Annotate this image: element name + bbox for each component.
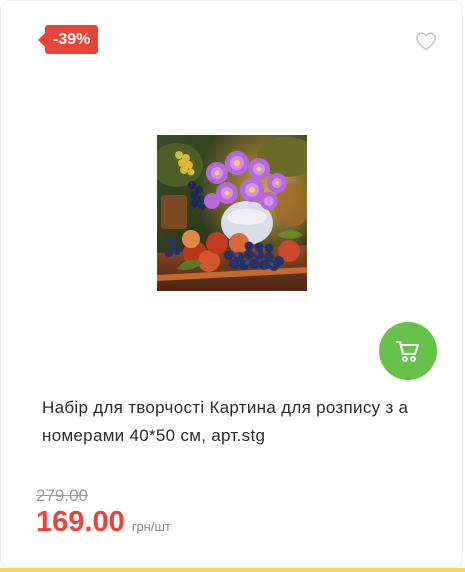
bottom-strip [0,568,465,572]
heart-icon [416,32,436,51]
price-row: 169.00 грн/шт [36,506,171,539]
favorite-button[interactable] [415,31,437,51]
price-unit: грн/шт [131,519,171,534]
cart-icon [396,341,419,362]
add-to-cart-button[interactable] [379,322,437,380]
product-card[interactable]: -39% Набір для творчості Картина для роз… [0,0,463,568]
product-image [151,135,317,291]
old-price: 279.00 [36,486,88,505]
product-title[interactable]: Набір для творчості Картина для розпису … [42,394,434,450]
discount-badge: -39% [37,25,99,54]
current-price: 169.00 [36,506,125,538]
product-image-link[interactable] [151,135,317,291]
